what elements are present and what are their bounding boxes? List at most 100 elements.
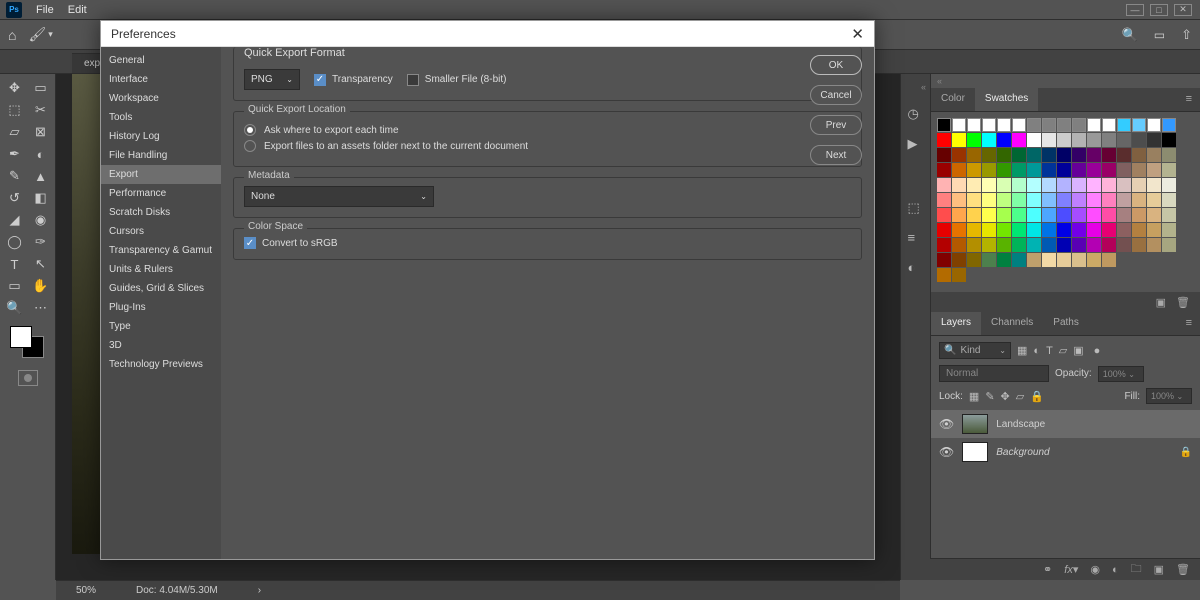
swatch[interactable]: [967, 133, 981, 147]
close-icon[interactable]: ✕: [851, 25, 864, 43]
swatch[interactable]: [937, 253, 951, 267]
swatch[interactable]: [967, 208, 981, 222]
swatch[interactable]: [1162, 193, 1176, 207]
swatch[interactable]: [982, 253, 996, 267]
swatch[interactable]: [1162, 178, 1176, 192]
swatch[interactable]: [1102, 253, 1116, 267]
swatch[interactable]: [1072, 148, 1086, 162]
swatch[interactable]: [1072, 133, 1086, 147]
swatch[interactable]: [967, 238, 981, 252]
swatch[interactable]: [1087, 193, 1101, 207]
pref-category-workspace[interactable]: Workspace: [101, 89, 221, 108]
type-tool-icon[interactable]: T: [5, 254, 25, 274]
swatch[interactable]: [1072, 223, 1086, 237]
layer-row[interactable]: 👁Background🔒: [931, 438, 1200, 466]
swatch[interactable]: [1087, 253, 1101, 267]
swatch[interactable]: [1027, 133, 1041, 147]
swatch[interactable]: [1072, 193, 1086, 207]
swatch[interactable]: [967, 253, 981, 267]
menu-edit[interactable]: Edit: [68, 4, 87, 16]
swatch[interactable]: [1102, 238, 1116, 252]
swatch[interactable]: [1117, 238, 1131, 252]
healing-tool-icon[interactable]: ◐: [31, 144, 51, 164]
swatch[interactable]: [1102, 193, 1116, 207]
swatch[interactable]: [1087, 163, 1101, 177]
layer-name[interactable]: Background: [996, 447, 1049, 458]
swatch[interactable]: [1102, 223, 1116, 237]
swatch[interactable]: [1057, 133, 1071, 147]
eyedropper-tool-icon[interactable]: ✒: [5, 144, 25, 164]
menu-file[interactable]: File: [36, 4, 54, 16]
pref-category-file-handling[interactable]: File Handling: [101, 146, 221, 165]
history-brush-icon[interactable]: ↺: [5, 188, 25, 208]
pref-category-tools[interactable]: Tools: [101, 108, 221, 127]
swatch[interactable]: [1162, 118, 1176, 132]
export-format-dropdown[interactable]: PNG⌄: [244, 69, 300, 90]
swatch[interactable]: [937, 163, 951, 177]
pref-category--d[interactable]: 3D: [101, 336, 221, 355]
swatch[interactable]: [1087, 133, 1101, 147]
swatch[interactable]: [982, 208, 996, 222]
swatch[interactable]: [1102, 118, 1116, 132]
swatch[interactable]: [1132, 178, 1146, 192]
swatch[interactable]: [1147, 118, 1161, 132]
swatch[interactable]: [1027, 118, 1041, 132]
swatch[interactable]: [967, 118, 981, 132]
swatch[interactable]: [1102, 133, 1116, 147]
swatch[interactable]: [1057, 178, 1071, 192]
eraser-tool-icon[interactable]: ◧: [31, 188, 51, 208]
swatch[interactable]: [997, 148, 1011, 162]
more-tools-icon[interactable]: ⋯: [31, 298, 51, 318]
clone-tool-icon[interactable]: ▲: [31, 166, 51, 186]
zoom-level[interactable]: 50%: [76, 585, 96, 596]
swatch[interactable]: [1057, 208, 1071, 222]
swatch[interactable]: [1012, 193, 1026, 207]
swatch[interactable]: [1027, 223, 1041, 237]
lock-transparency-icon[interactable]: ▦: [969, 390, 979, 403]
swatch[interactable]: [967, 178, 981, 192]
dodge-tool-icon[interactable]: ◯: [5, 232, 25, 252]
radio-assets-folder[interactable]: Export files to an assets folder next to…: [244, 140, 851, 152]
swatch[interactable]: [1087, 118, 1101, 132]
history-panel-icon[interactable]: ◷: [908, 106, 924, 122]
swatch[interactable]: [1117, 208, 1131, 222]
swatch[interactable]: [967, 148, 981, 162]
pref-category-history-log[interactable]: History Log: [101, 127, 221, 146]
swatch[interactable]: [1102, 163, 1116, 177]
delete-swatch-icon[interactable]: 🗑: [1176, 296, 1190, 309]
swatch[interactable]: [1027, 178, 1041, 192]
lock-position-icon[interactable]: ✥: [1001, 390, 1010, 403]
swatch[interactable]: [1072, 253, 1086, 267]
styles-panel-icon[interactable]: ◐: [908, 260, 924, 276]
tab-color[interactable]: Color: [931, 88, 975, 111]
pref-category-technology-previews[interactable]: Technology Previews: [101, 355, 221, 374]
swatch[interactable]: [1072, 208, 1086, 222]
pref-category-export[interactable]: Export: [101, 165, 221, 184]
delete-layer-icon[interactable]: 🗑: [1176, 563, 1190, 576]
swatch[interactable]: [1042, 118, 1056, 132]
rectangle-tool-icon[interactable]: ▭: [5, 276, 25, 296]
swatch[interactable]: [967, 193, 981, 207]
swatch[interactable]: [1057, 148, 1071, 162]
swatch[interactable]: [937, 223, 951, 237]
tab-paths[interactable]: Paths: [1043, 312, 1089, 335]
swatch[interactable]: [982, 238, 996, 252]
quickmask-icon[interactable]: [18, 370, 38, 386]
blur-tool-icon[interactable]: ◉: [31, 210, 51, 230]
layer-thumbnail[interactable]: [962, 442, 988, 462]
path-select-icon[interactable]: ↖: [31, 254, 51, 274]
swatch[interactable]: [1117, 148, 1131, 162]
swatch[interactable]: [1072, 238, 1086, 252]
swatch[interactable]: [1057, 253, 1071, 267]
swatch[interactable]: [1147, 163, 1161, 177]
swatch[interactable]: [1147, 208, 1161, 222]
swatch[interactable]: [952, 178, 966, 192]
pref-category-plug-ins[interactable]: Plug-Ins: [101, 298, 221, 317]
swatch[interactable]: [1057, 223, 1071, 237]
swatch[interactable]: [1117, 163, 1131, 177]
swatch[interactable]: [1042, 133, 1056, 147]
swatch[interactable]: [1042, 163, 1056, 177]
swatch[interactable]: [1027, 253, 1041, 267]
swatch[interactable]: [1012, 238, 1026, 252]
layer-name[interactable]: Landscape: [996, 419, 1045, 430]
